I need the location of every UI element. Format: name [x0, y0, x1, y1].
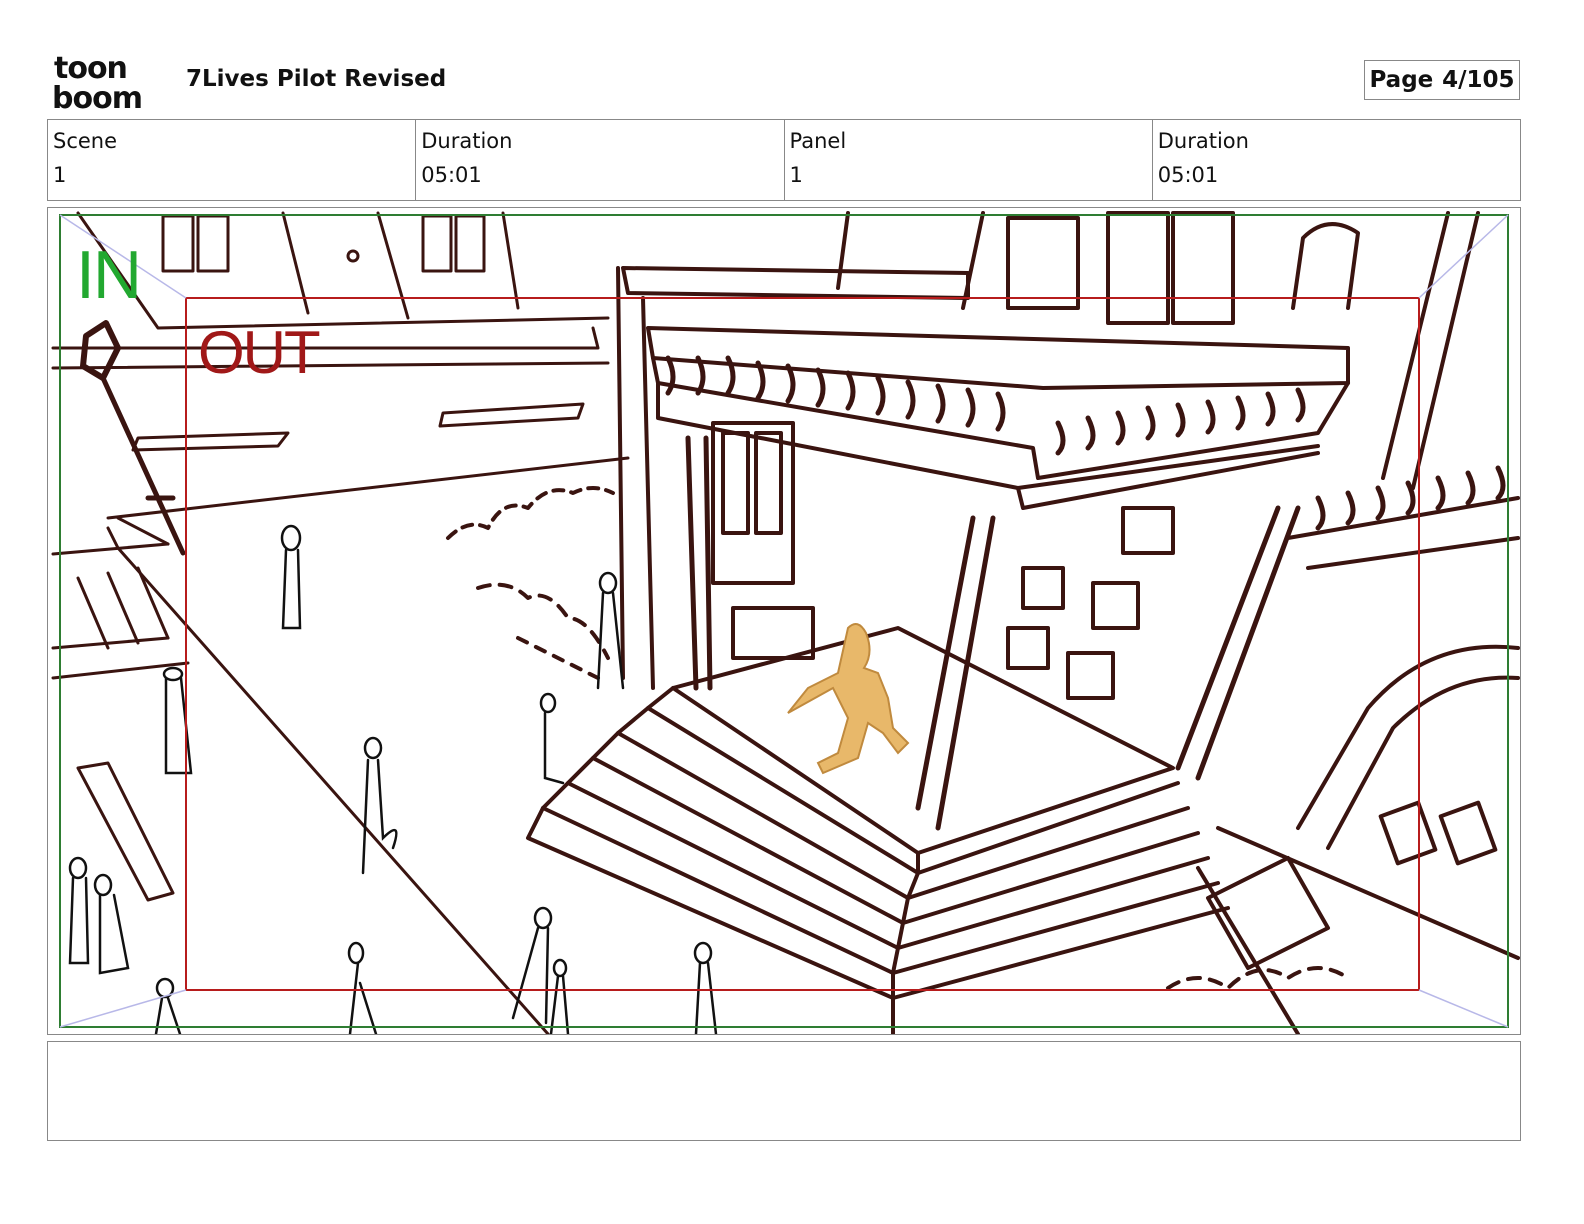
- scene-label: Scene: [53, 129, 118, 153]
- panel-notes-box[interactable]: [47, 1041, 1521, 1141]
- scene-duration-value: 05:01: [421, 163, 482, 187]
- in-field-label: IN: [76, 237, 142, 313]
- logo-line2: boom: [52, 81, 142, 112]
- panel-duration-label: Duration: [1157, 129, 1249, 153]
- scene-duration-cell: Duration 05:01: [416, 120, 785, 200]
- panel-duration-cell: Duration 05:01: [1153, 120, 1520, 200]
- out-field-label: OUT: [198, 319, 321, 386]
- panel-info-table: Scene 1 Duration 05:01 Panel 1 Duration …: [47, 119, 1521, 201]
- page-label: Page: [1369, 67, 1434, 93]
- panel-duration-value: 05:01: [1157, 163, 1219, 187]
- background-buildings: [51, 211, 630, 1034]
- page-number: 4/105: [1442, 67, 1515, 93]
- scene-duration-label: Duration: [421, 129, 513, 153]
- scene-cell: Scene 1: [48, 120, 417, 200]
- scene-value: 1: [53, 163, 67, 187]
- main-character: [787, 623, 910, 775]
- toonboom-logo: toon boom: [52, 52, 143, 112]
- balcony-building: [526, 211, 1520, 1034]
- panel-cell: Panel 1: [785, 120, 1153, 200]
- panel-label: Panel: [789, 129, 847, 153]
- page-indicator: Page 4/105: [1364, 60, 1520, 100]
- panel-value: 1: [789, 163, 803, 187]
- project-title: 7Lives Pilot Revised: [186, 66, 447, 92]
